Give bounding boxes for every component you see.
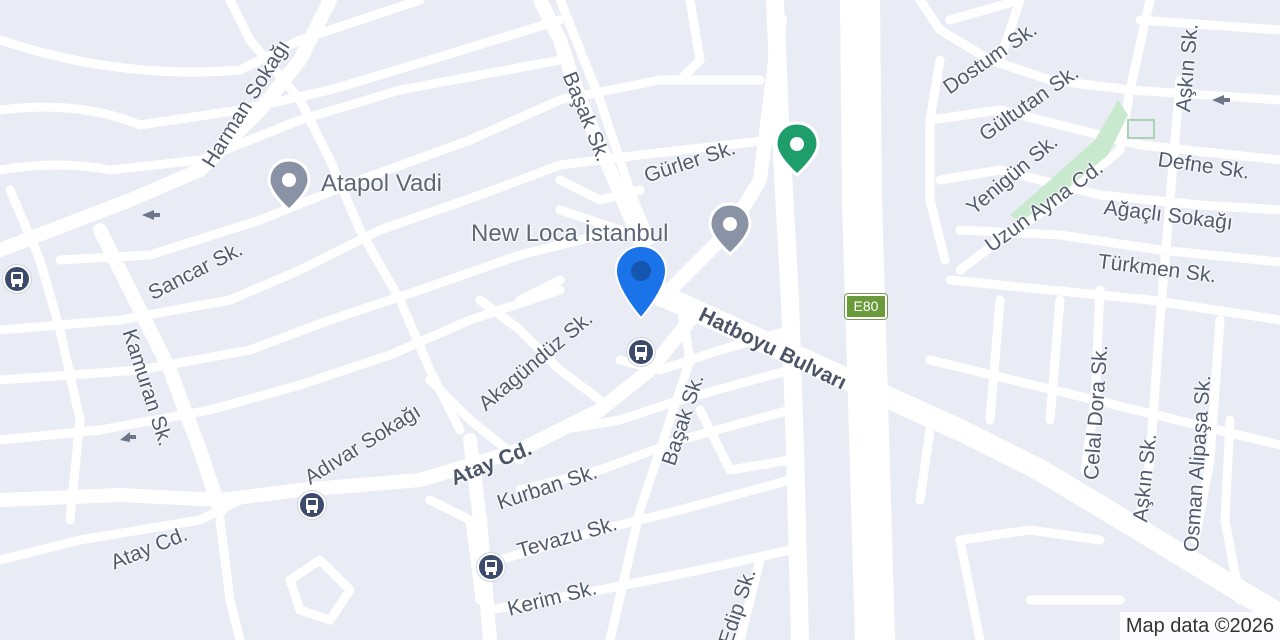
bus-stop-icon bbox=[479, 555, 503, 579]
bus-stop-icon bbox=[300, 493, 324, 517]
bus-stop-icon bbox=[629, 340, 653, 364]
park-pin-icon bbox=[774, 121, 820, 177]
bus-stop-marker[interactable] bbox=[3, 265, 31, 293]
location-pin-icon bbox=[614, 244, 668, 320]
bus-stop-icon bbox=[5, 267, 29, 291]
place-label-atapol[interactable]: Atapol Vadi bbox=[321, 170, 442, 198]
map-view[interactable]: Harman Sokağı Başak Sk. Gürler Sk. Dostu… bbox=[0, 0, 1280, 640]
bus-stop-marker[interactable] bbox=[477, 553, 505, 581]
map-attribution: Map data ©2026 bbox=[1119, 612, 1280, 640]
bus-stop-marker[interactable] bbox=[627, 338, 655, 366]
bus-stop-marker[interactable] bbox=[298, 491, 326, 519]
highway-shield: E80 bbox=[844, 293, 888, 320]
place-pin-icon bbox=[267, 158, 311, 212]
place-pin-icon bbox=[708, 202, 752, 256]
